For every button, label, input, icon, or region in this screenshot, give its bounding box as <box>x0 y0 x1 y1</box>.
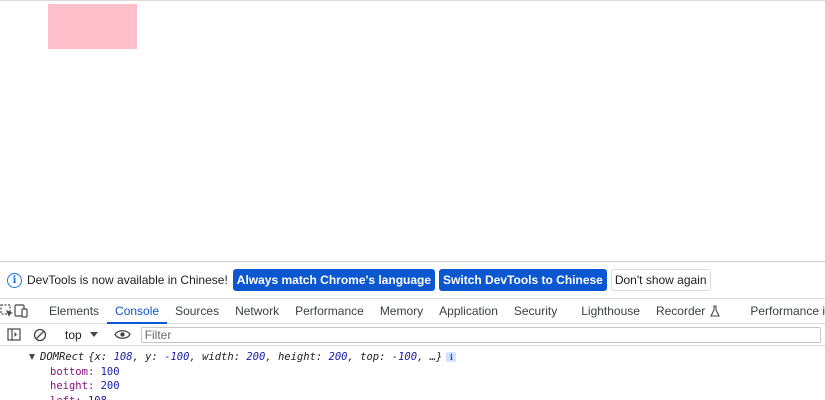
object-property: left: 108 <box>0 394 825 400</box>
info-badge-icon[interactable]: i <box>446 352 457 363</box>
tab-sources[interactable]: Sources <box>167 299 227 323</box>
preview-key: , width: <box>189 351 247 363</box>
preview-key: , top: <box>347 351 392 363</box>
console-toolbar: top <box>0 324 825 346</box>
infobar-message: DevTools is now available in Chinese! <box>27 273 228 287</box>
chevron-down-icon <box>89 332 98 337</box>
devtools-tab-strip: Elements Console Sources Network Perform… <box>0 299 825 324</box>
switch-to-chinese-button[interactable]: Switch DevTools to Chinese <box>439 269 607 291</box>
preview-value: 108 <box>113 351 133 363</box>
tab-lighthouse[interactable]: Lighthouse <box>565 299 648 323</box>
tab-console[interactable]: Console <box>107 299 168 324</box>
tab-recorder[interactable]: Recorder <box>648 299 728 323</box>
console-output: DOMRect {x: 108, y: -100, width: 200, he… <box>0 346 825 400</box>
object-type: DOMRect <box>40 351 85 363</box>
tab-security[interactable]: Security <box>506 299 565 323</box>
tab-performance[interactable]: Performance <box>287 299 372 323</box>
dont-show-again-button[interactable]: Don't show again <box>610 269 711 291</box>
preview-brace: , …} <box>417 351 443 363</box>
property-key: left <box>50 394 75 400</box>
property-value: 108 <box>88 394 107 400</box>
preview-key: , y: <box>132 351 165 363</box>
always-match-language-button[interactable]: Always match Chrome's language <box>232 269 436 291</box>
device-toolbar-icon[interactable] <box>14 299 29 323</box>
property-key: bottom <box>50 365 88 378</box>
preview-value: -100 <box>391 351 418 363</box>
property-value: 100 <box>100 365 120 378</box>
console-log-entry[interactable]: DOMRect {x: 108, y: -100, width: 200, he… <box>0 350 825 365</box>
expand-caret-icon[interactable] <box>29 354 35 361</box>
info-icon: i <box>7 272 22 288</box>
clear-console-icon[interactable] <box>28 328 52 342</box>
object-preview: {x: 108, y: -100, width: 200, height: 20… <box>88 350 442 365</box>
object-property: height: 200 <box>50 380 120 392</box>
preview-value: -100 <box>164 351 190 363</box>
devtools-panel: i DevTools is now available in Chinese! … <box>0 261 825 400</box>
eye-icon[interactable] <box>113 329 133 340</box>
property-key: height <box>50 380 88 392</box>
context-selector-value: top <box>65 327 82 342</box>
language-infobar: i DevTools is now available in Chinese! … <box>0 262 825 299</box>
preview-key: x: <box>94 351 114 363</box>
preview-value: 200 <box>246 351 266 363</box>
preview-key: , height: <box>265 351 329 363</box>
context-selector[interactable]: top <box>57 328 104 342</box>
tab-network[interactable]: Network <box>227 299 287 323</box>
inspect-element-icon[interactable] <box>0 299 14 323</box>
property-value: 200 <box>100 380 120 392</box>
preview-value: 200 <box>328 351 348 363</box>
page-viewport <box>0 0 825 261</box>
tab-recorder-label: Recorder <box>655 304 706 318</box>
tab-performance-insights[interactable]: Performance in <box>728 299 825 323</box>
tab-memory[interactable]: Memory <box>372 299 431 323</box>
sidebar-toggle-icon[interactable] <box>0 328 28 341</box>
flask-icon <box>710 305 721 317</box>
tab-elements[interactable]: Elements <box>41 299 107 323</box>
pink-box <box>48 4 137 49</box>
tab-application[interactable]: Application <box>431 299 506 323</box>
object-property: bottom: 100 <box>50 365 120 378</box>
console-filter-input[interactable] <box>140 326 821 343</box>
